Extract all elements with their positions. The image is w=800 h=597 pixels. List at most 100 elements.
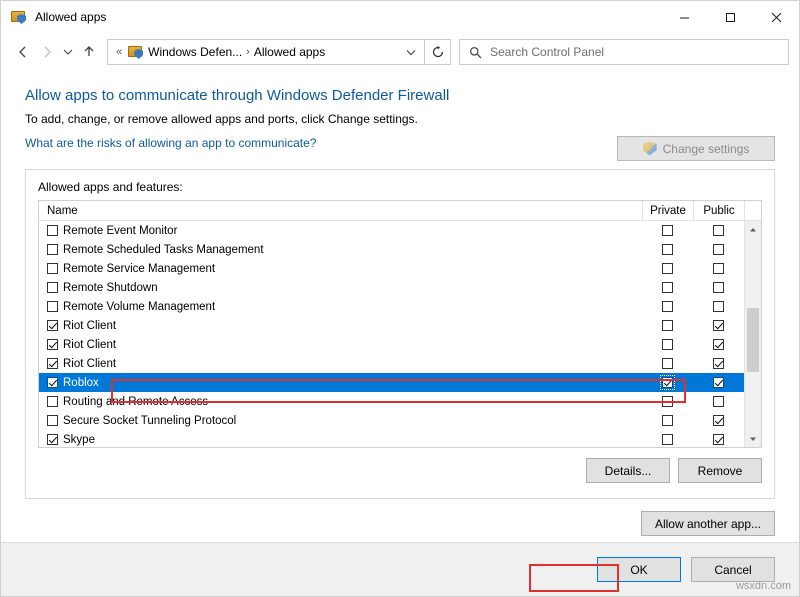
row-public-cell[interactable]	[693, 320, 744, 331]
recent-locations-chevron-down-icon[interactable]	[59, 40, 77, 64]
row-private-cell[interactable]	[642, 244, 693, 255]
table-row[interactable]: Remote Event Monitor	[39, 221, 761, 240]
row-name-cell[interactable]: Riot Client	[39, 339, 642, 351]
row-enabled-checkbox[interactable]	[47, 263, 58, 274]
table-row[interactable]: Riot Client	[39, 316, 761, 335]
back-arrow-icon[interactable]	[11, 40, 35, 64]
private-checkbox[interactable]	[662, 282, 673, 293]
row-private-cell[interactable]	[642, 396, 693, 407]
row-enabled-checkbox[interactable]	[47, 434, 58, 445]
public-checkbox[interactable]	[713, 263, 724, 274]
breadcrumb[interactable]: « Windows Defen... › Allowed apps	[107, 39, 425, 65]
private-checkbox[interactable]	[662, 244, 673, 255]
row-name-cell[interactable]: Remote Event Monitor	[39, 225, 642, 237]
row-enabled-checkbox[interactable]	[47, 282, 58, 293]
table-row[interactable]: Secure Socket Tunneling Protocol	[39, 411, 761, 430]
maximize-icon[interactable]	[707, 1, 753, 33]
row-private-cell[interactable]	[642, 282, 693, 293]
row-public-cell[interactable]	[693, 301, 744, 312]
table-row[interactable]: Routing and Remote Access	[39, 392, 761, 411]
row-enabled-checkbox[interactable]	[47, 301, 58, 312]
up-arrow-icon[interactable]	[77, 40, 101, 64]
row-enabled-checkbox[interactable]	[47, 244, 58, 255]
row-public-cell[interactable]	[693, 282, 744, 293]
row-private-cell[interactable]	[642, 358, 693, 369]
scrollbar-track[interactable]	[745, 238, 761, 430]
public-checkbox[interactable]	[713, 358, 724, 369]
table-row-selected[interactable]: Roblox	[39, 373, 761, 392]
scroll-down-icon[interactable]	[745, 430, 761, 447]
refresh-icon[interactable]	[425, 39, 451, 65]
row-name-cell[interactable]: Roblox	[39, 377, 642, 389]
close-icon[interactable]	[753, 1, 799, 33]
row-public-cell[interactable]	[693, 339, 744, 350]
forward-arrow-icon[interactable]	[35, 40, 59, 64]
row-enabled-checkbox[interactable]	[47, 415, 58, 426]
change-settings-button[interactable]: Change settings	[617, 136, 775, 161]
details-button[interactable]: Details...	[586, 458, 670, 483]
row-name-cell[interactable]: Routing and Remote Access	[39, 396, 642, 408]
private-checkbox[interactable]	[662, 396, 673, 407]
private-checkbox[interactable]	[662, 301, 673, 312]
table-row[interactable]: Remote Shutdown	[39, 278, 761, 297]
private-checkbox[interactable]	[662, 225, 673, 236]
row-enabled-checkbox[interactable]	[47, 377, 58, 388]
table-row[interactable]: Riot Client	[39, 335, 761, 354]
search-input[interactable]: Search Control Panel	[490, 45, 604, 59]
list-vertical-scrollbar[interactable]	[744, 221, 761, 447]
row-name-cell[interactable]: Remote Shutdown	[39, 282, 642, 294]
row-public-cell[interactable]	[693, 434, 744, 445]
private-checkbox[interactable]	[662, 263, 673, 274]
private-checkbox[interactable]	[660, 375, 675, 390]
row-name-cell[interactable]: Remote Scheduled Tasks Management	[39, 244, 642, 256]
row-enabled-checkbox[interactable]	[47, 339, 58, 350]
row-private-cell[interactable]	[642, 263, 693, 274]
table-row[interactable]: Riot Client	[39, 354, 761, 373]
public-checkbox[interactable]	[713, 225, 724, 236]
scroll-up-icon[interactable]	[745, 221, 761, 238]
private-checkbox[interactable]	[662, 339, 673, 350]
row-private-cell[interactable]	[642, 225, 693, 236]
ok-button[interactable]: OK	[597, 557, 681, 582]
row-public-cell[interactable]	[693, 225, 744, 236]
column-header-private[interactable]: Private	[642, 200, 693, 221]
private-checkbox[interactable]	[662, 434, 673, 445]
row-name-cell[interactable]: Riot Client	[39, 358, 642, 370]
row-private-cell[interactable]	[642, 415, 693, 426]
row-name-cell[interactable]: Secure Socket Tunneling Protocol	[39, 415, 642, 427]
allow-another-app-button[interactable]: Allow another app...	[641, 511, 775, 536]
table-row[interactable]: Skype	[39, 430, 761, 447]
row-public-cell[interactable]	[693, 396, 744, 407]
public-checkbox[interactable]	[713, 434, 724, 445]
public-checkbox[interactable]	[713, 415, 724, 426]
public-checkbox[interactable]	[713, 396, 724, 407]
remove-button[interactable]: Remove	[678, 458, 762, 483]
public-checkbox[interactable]	[713, 320, 724, 331]
breadcrumb-item-windows-defender[interactable]: Windows Defen...	[148, 45, 242, 59]
search-control-panel-box[interactable]: Search Control Panel	[459, 39, 789, 65]
public-checkbox[interactable]	[713, 339, 724, 350]
cancel-button[interactable]: Cancel	[691, 557, 775, 582]
row-enabled-checkbox[interactable]	[47, 358, 58, 369]
row-enabled-checkbox[interactable]	[47, 225, 58, 236]
column-header-name[interactable]: Name	[39, 205, 642, 217]
public-checkbox[interactable]	[713, 301, 724, 312]
row-private-cell[interactable]	[642, 375, 693, 390]
scrollbar-thumb[interactable]	[747, 308, 759, 372]
row-public-cell[interactable]	[693, 358, 744, 369]
row-private-cell[interactable]	[642, 320, 693, 331]
private-checkbox[interactable]	[662, 358, 673, 369]
row-public-cell[interactable]	[693, 377, 744, 388]
row-public-cell[interactable]	[693, 244, 744, 255]
row-name-cell[interactable]: Remote Volume Management	[39, 301, 642, 313]
breadcrumb-overflow[interactable]: «	[112, 46, 126, 58]
private-checkbox[interactable]	[662, 320, 673, 331]
table-row[interactable]: Remote Service Management	[39, 259, 761, 278]
row-public-cell[interactable]	[693, 415, 744, 426]
row-enabled-checkbox[interactable]	[47, 396, 58, 407]
breadcrumb-item-allowed-apps[interactable]: Allowed apps	[254, 45, 325, 59]
public-checkbox[interactable]	[713, 244, 724, 255]
private-checkbox[interactable]	[662, 415, 673, 426]
table-row[interactable]: Remote Volume Management	[39, 297, 761, 316]
row-private-cell[interactable]	[642, 301, 693, 312]
